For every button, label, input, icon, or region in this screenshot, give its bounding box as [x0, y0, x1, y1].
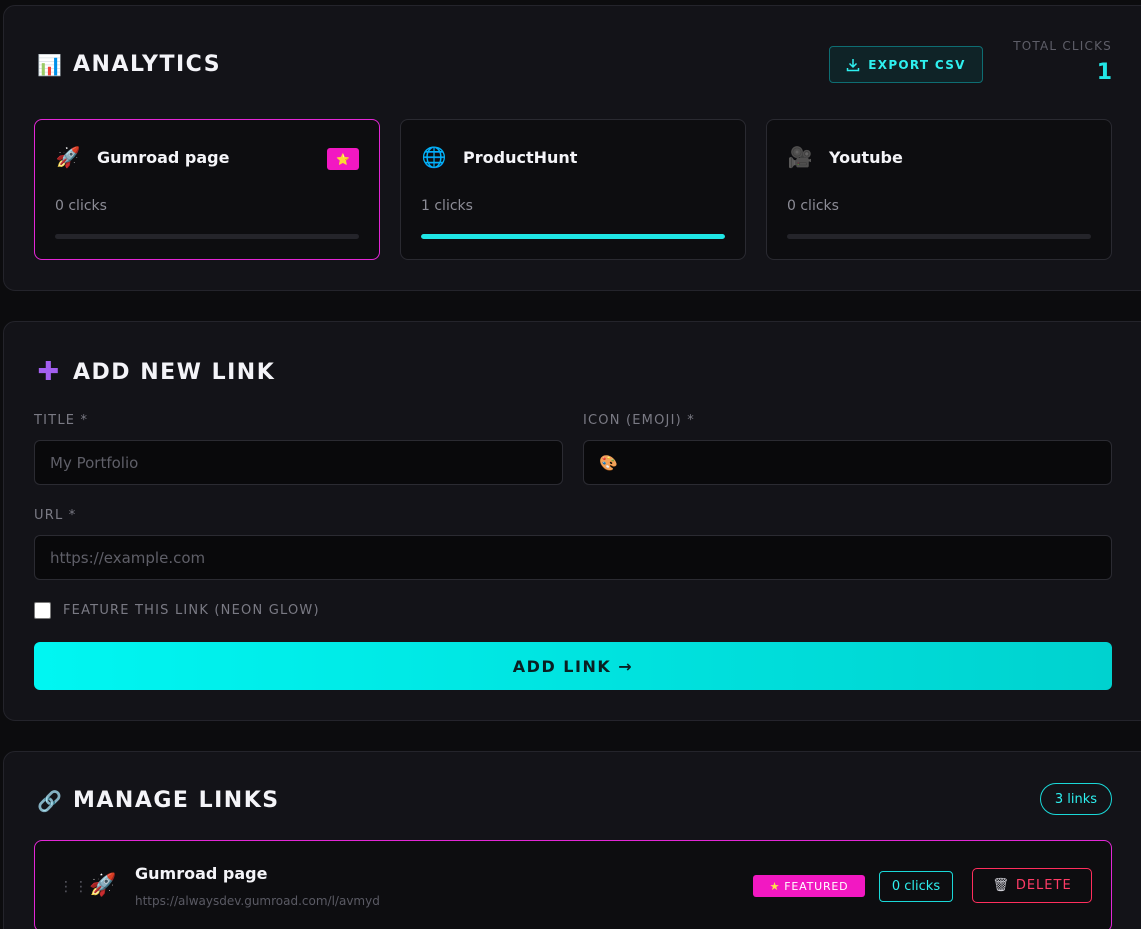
rocket-icon: 🚀 [55, 145, 81, 169]
featured-badge: ★ FEATURED [753, 875, 865, 897]
click-progress-bar [55, 234, 359, 239]
manage-links-title-text: MANAGE LINKS [73, 788, 280, 813]
add-link-button[interactable]: ADD LINK → [34, 642, 1112, 690]
delete-button[interactable]: 🗑 DELETE [972, 868, 1092, 903]
plus-icon: ✚ [37, 357, 61, 387]
icon-emoji-input[interactable] [583, 440, 1112, 485]
stat-card-title: Youtube [829, 147, 903, 167]
add-link-title: ✚ ADD NEW LINK [37, 357, 275, 387]
stat-card-clicks: 1 clicks [421, 198, 473, 214]
title-input[interactable] [34, 440, 563, 485]
add-link-panel: ✚ ADD NEW LINK TITLE * ICON (EMOJI) * UR… [3, 321, 1141, 721]
feature-checkbox[interactable] [34, 602, 51, 619]
export-csv-button[interactable]: EXPORT CSV [829, 46, 983, 83]
url-field-label: URL * [34, 508, 77, 523]
analytics-panel: 📊 ANALYTICS EXPORT CSV TOTAL CLICKS 1 🚀 … [3, 5, 1141, 291]
link-icon: 🔗 [37, 788, 64, 813]
link-url: https://alwaysdev.gumroad.com/l/avmyd [135, 894, 380, 908]
total-clicks-value: 1 [1096, 60, 1112, 85]
stat-card-gumroad: 🚀 Gumroad page ⭐ 0 clicks [34, 119, 380, 260]
analytics-title-text: ANALYTICS [73, 52, 222, 77]
title-field-label: TITLE * [34, 413, 89, 428]
drag-handle-icon[interactable]: ⋮⋮ [59, 879, 89, 895]
stat-card-title: Gumroad page [97, 147, 230, 167]
delete-label: DELETE [1015, 878, 1072, 893]
feature-checkbox-label: FEATURE THIS LINK (NEON GLOW) [63, 603, 320, 618]
stat-card-clicks: 0 clicks [787, 198, 839, 214]
url-input[interactable] [34, 535, 1112, 580]
click-progress-bar [421, 234, 725, 239]
feature-checkbox-row[interactable]: FEATURE THIS LINK (NEON GLOW) [34, 602, 320, 619]
stat-card-title: ProductHunt [463, 147, 578, 167]
star-icon: ★ [769, 879, 781, 893]
trash-icon: 🗑 [992, 878, 1010, 893]
manage-links-panel: 🔗 MANAGE LINKS 3 links ⋮⋮ 🚀 Gumroad page… [3, 751, 1141, 929]
link-clicks-badge: 0 clicks [879, 871, 953, 902]
click-progress-bar [787, 234, 1091, 239]
rocket-icon: 🚀 [89, 873, 117, 898]
globe-icon: 🌐 [421, 145, 447, 169]
featured-star-badge: ⭐ [327, 148, 359, 170]
stat-card-clicks: 0 clicks [55, 198, 107, 214]
export-csv-label: EXPORT CSV [868, 57, 966, 72]
link-title: Gumroad page [135, 864, 268, 883]
link-count-badge: 3 links [1040, 783, 1112, 815]
manage-links-title: 🔗 MANAGE LINKS [37, 788, 280, 813]
analytics-title: 📊 ANALYTICS [37, 52, 221, 77]
link-row: ⋮⋮ 🚀 Gumroad page https://alwaysdev.gumr… [34, 840, 1112, 929]
add-link-title-text: ADD NEW LINK [73, 359, 276, 385]
click-progress-fill [421, 234, 725, 239]
featured-badge-label: FEATURED [784, 879, 849, 893]
video-camera-icon: 🎥 [787, 145, 813, 169]
download-icon [847, 58, 860, 71]
icon-field-label: ICON (EMOJI) * [583, 413, 695, 428]
bar-chart-icon: 📊 [37, 52, 64, 77]
stat-card-youtube: 🎥 Youtube 0 clicks [766, 119, 1112, 260]
stat-card-producthunt: 🌐 ProductHunt 1 clicks [400, 119, 746, 260]
total-clicks-label: TOTAL CLICKS [1013, 39, 1112, 53]
